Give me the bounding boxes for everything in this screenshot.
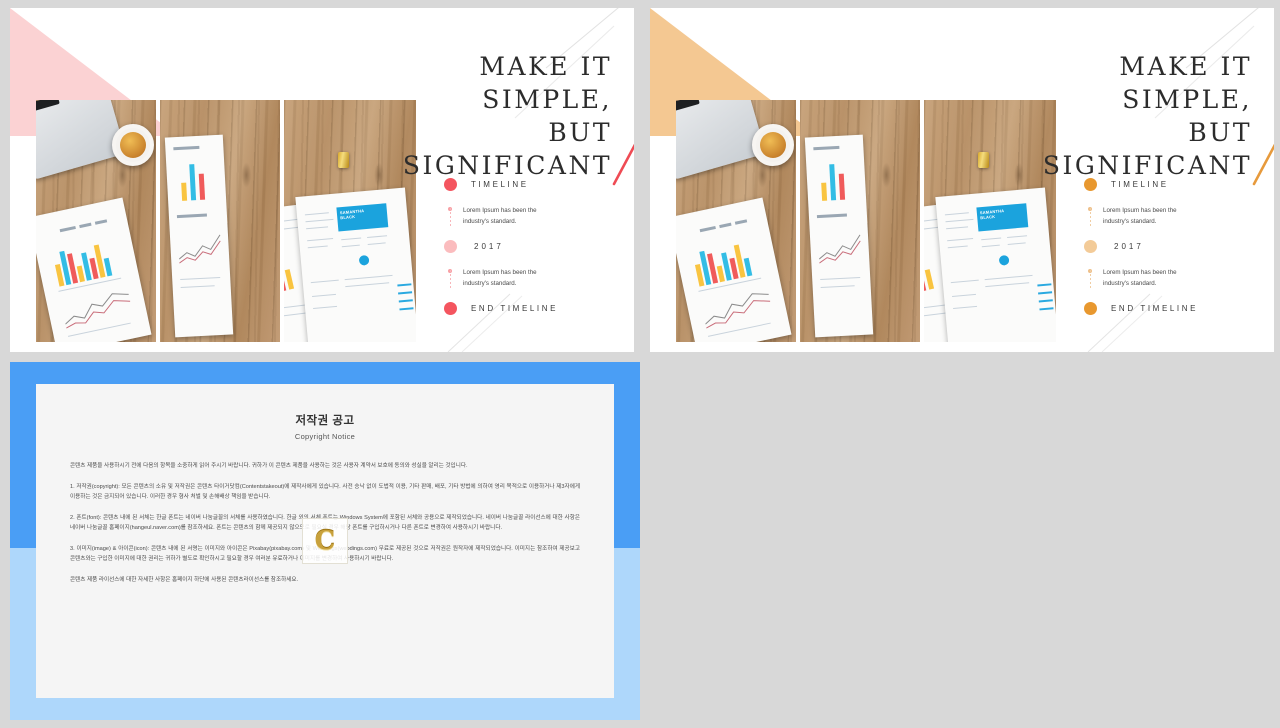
timeline-red: TIMELINE Lorem Ipsum has been the indust… [444, 178, 624, 315]
timeline-connector-1 [1089, 208, 1091, 228]
copyright-watermark-logo: C [302, 518, 348, 564]
timeline-year-row: 2017 [1084, 240, 1264, 253]
copyright-paragraph-footer: 콘텐츠 제품 라이선스에 대한 자세한 사항은 홈페이지 하단에 사용된 콘텐츠… [70, 576, 299, 583]
slide-gold[interactable]: SAMANTHA BLACK MAKE IT SIMPLE, BUT SIGNI… [650, 8, 1274, 352]
timeline-end-dot [1084, 302, 1097, 315]
photo-desk-laptop-coffee [676, 100, 796, 342]
timeline-start-row: TIMELINE [1084, 178, 1264, 191]
timeline-item-1-text: Lorem Ipsum has been the industry's stan… [463, 207, 537, 225]
timeline-item-2-text: Lorem Ipsum has been the industry's stan… [1103, 269, 1177, 287]
timeline-end-label: END TIMELINE [1111, 304, 1199, 313]
gold-clip-icon [978, 152, 989, 168]
timeline-year-dot [444, 240, 457, 253]
timeline-connector-2 [1089, 270, 1091, 290]
timeline-start-label: TIMELINE [1111, 180, 1169, 189]
photo-desk-chart-document [160, 100, 280, 342]
timeline-year-row: 2017 [444, 240, 624, 253]
timeline-end-row: END TIMELINE [444, 302, 624, 315]
slide-red[interactable]: SAMANTHA BLACK MAKE IT SIMPLE, BUT SIGNI… [10, 8, 634, 352]
copyright-panel[interactable]: 저작권 공고 Copyright Notice 콘텐츠 제품을 사용하시기 전에… [10, 362, 640, 720]
timeline-year-label: 2017 [1114, 242, 1144, 251]
timeline-connector-2 [449, 270, 451, 290]
copyright-paragraph-section-1: 1. 저작권(copyright): 모든 콘텐츠의 소유 및 저작권은 콘텐츠… [70, 483, 582, 501]
timeline-year-dot [1084, 240, 1097, 253]
timeline-end-label: END TIMELINE [471, 304, 559, 313]
timeline-connector-1 [449, 208, 451, 228]
photo-desk-chart-document [800, 100, 920, 342]
timeline-start-row: TIMELINE [444, 178, 624, 191]
copyright-paragraph-intro: 콘텐츠 제품을 사용하시기 전에 다음의 항목을 소중하게 읽어 주시기 바랍니… [70, 463, 468, 469]
copyright-title-korean: 저작권 공고 [295, 415, 355, 427]
timeline-item-1-text: Lorem Ipsum has been the industry's stan… [1103, 207, 1177, 225]
timeline-start-dot [1084, 178, 1097, 191]
timeline-year-label: 2017 [474, 242, 504, 251]
timeline-gold: TIMELINE Lorem Ipsum has been the indust… [1084, 178, 1264, 315]
copyright-title-english: Copyright Notice [294, 432, 356, 441]
timeline-start-label: TIMELINE [471, 180, 529, 189]
timeline-item-2-text: Lorem Ipsum has been the industry's stan… [463, 269, 537, 287]
slide-headline: MAKE IT SIMPLE, BUT SIGNIFICANT [402, 52, 612, 180]
timeline-item-2: Lorem Ipsum has been the industry's stan… [444, 267, 624, 290]
gold-clip-icon [338, 152, 349, 168]
photo-desk-laptop-coffee [36, 100, 156, 342]
timeline-start-dot [444, 178, 457, 191]
timeline-end-row: END TIMELINE [1084, 302, 1264, 315]
copyright-document-card: 저작권 공고 Copyright Notice 콘텐츠 제품을 사용하시기 전에… [36, 384, 614, 698]
timeline-item-1: Lorem Ipsum has been the industry's stan… [444, 205, 624, 228]
slide-headline: MAKE IT SIMPLE, BUT SIGNIFICANT [1042, 52, 1252, 180]
timeline-end-dot [444, 302, 457, 315]
timeline-item-1: Lorem Ipsum has been the industry's stan… [1084, 205, 1264, 228]
timeline-item-2: Lorem Ipsum has been the industry's stan… [1084, 267, 1264, 290]
